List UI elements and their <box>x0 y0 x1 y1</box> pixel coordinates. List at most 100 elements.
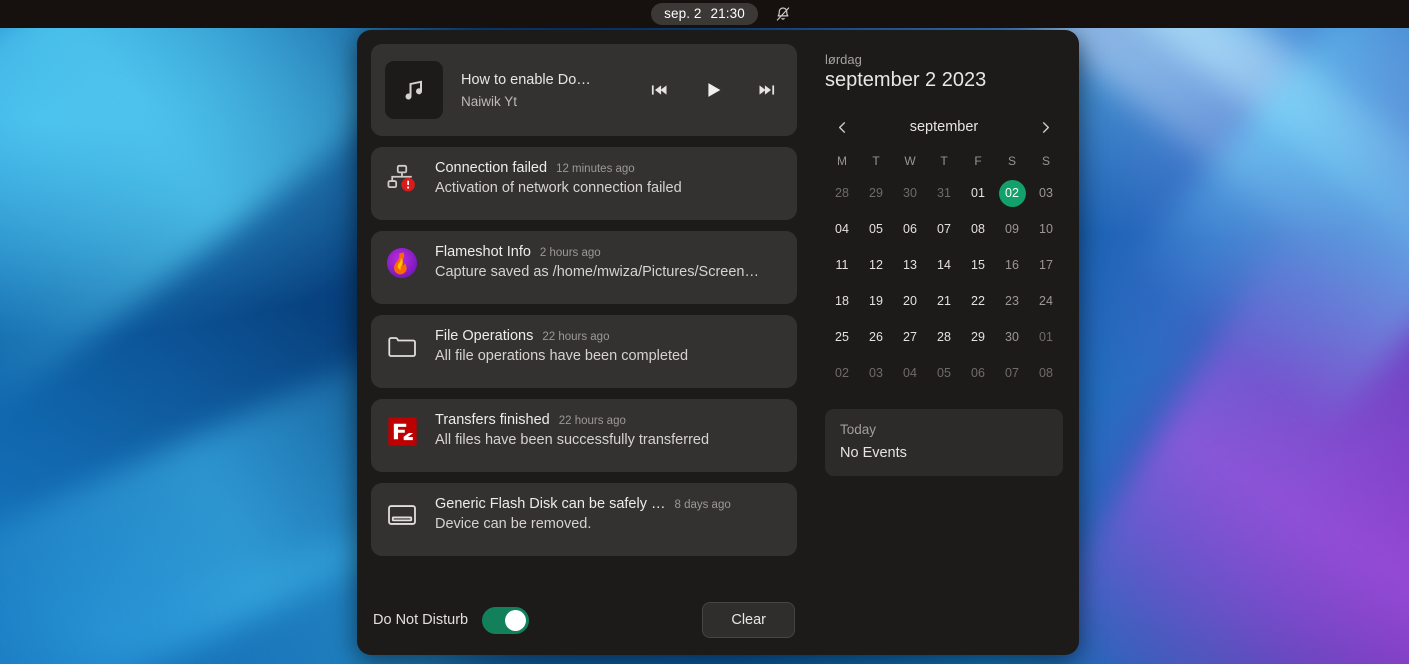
calendar-day-cell[interactable]: 29 <box>859 175 893 211</box>
next-month-button[interactable] <box>1033 114 1059 140</box>
calendar-day-cell[interactable]: 14 <box>927 247 961 283</box>
calendar-day-cell[interactable]: 04 <box>825 211 859 247</box>
notification-item[interactable]: Connection failed 12 minutes ago Activat… <box>371 147 797 220</box>
calendar-day[interactable]: 23 <box>999 288 1026 315</box>
calendar-day[interactable]: 08 <box>965 216 992 243</box>
calendar-day[interactable]: 20 <box>897 288 924 315</box>
calendar-day[interactable]: 21 <box>931 288 958 315</box>
calendar-day[interactable]: 01 <box>965 180 992 207</box>
calendar-day-today[interactable]: 02 <box>999 180 1026 207</box>
calendar-day-cell[interactable]: 16 <box>995 247 1029 283</box>
calendar-day[interactable]: 31 <box>931 180 958 207</box>
calendar-day-cell[interactable]: 08 <box>961 211 995 247</box>
calendar-day[interactable]: 28 <box>829 180 856 207</box>
calendar-day[interactable]: 29 <box>863 180 890 207</box>
calendar-day[interactable]: 26 <box>863 324 890 351</box>
calendar-day[interactable]: 27 <box>897 324 924 351</box>
calendar-day[interactable]: 09 <box>999 216 1026 243</box>
calendar-day-cell[interactable]: 10 <box>1029 211 1063 247</box>
calendar-day[interactable]: 25 <box>829 324 856 351</box>
calendar-day[interactable]: 02 <box>829 360 856 387</box>
calendar-day[interactable]: 30 <box>999 324 1026 351</box>
calendar-day-cell[interactable]: 07 <box>927 211 961 247</box>
calendar-day[interactable]: 01 <box>1033 324 1060 351</box>
calendar-day-cell[interactable]: 30 <box>893 175 927 211</box>
calendar-day-cell[interactable]: 03 <box>1029 175 1063 211</box>
calendar-day[interactable]: 11 <box>829 252 856 279</box>
clear-button[interactable]: Clear <box>702 602 795 638</box>
notification-item[interactable]: Generic Flash Disk can be safely … 8 day… <box>371 483 797 556</box>
calendar-day-cell[interactable]: 18 <box>825 283 859 319</box>
do-not-disturb-toggle[interactable] <box>482 607 529 634</box>
calendar-day-cell[interactable]: 20 <box>893 283 927 319</box>
calendar-day-cell[interactable]: 28 <box>927 319 961 355</box>
calendar-day[interactable]: 14 <box>931 252 958 279</box>
calendar-day-cell[interactable]: 02 <box>825 355 859 391</box>
calendar-day[interactable]: 16 <box>999 252 1026 279</box>
calendar-day-cell[interactable]: 01 <box>1029 319 1063 355</box>
calendar-day-cell[interactable]: 15 <box>961 247 995 283</box>
media-player-card[interactable]: How to enable Do… Naiwik Yt <box>371 44 797 136</box>
next-track-button[interactable] <box>755 78 779 102</box>
calendar-day-cell[interactable]: 25 <box>825 319 859 355</box>
calendar-day[interactable]: 13 <box>897 252 924 279</box>
calendar-day-cell[interactable]: 23 <box>995 283 1029 319</box>
calendar-day[interactable]: 24 <box>1033 288 1060 315</box>
calendar-day-cell[interactable]: 26 <box>859 319 893 355</box>
previous-track-button[interactable] <box>647 78 671 102</box>
calendar-day-cell[interactable]: 09 <box>995 211 1029 247</box>
calendar-day[interactable]: 04 <box>897 360 924 387</box>
notification-item[interactable]: File Operations 22 hours ago All file op… <box>371 315 797 388</box>
calendar-day-cell[interactable]: 19 <box>859 283 893 319</box>
calendar-day-cell[interactable]: 31 <box>927 175 961 211</box>
calendar-day[interactable]: 29 <box>965 324 992 351</box>
calendar-day-cell[interactable]: 05 <box>859 211 893 247</box>
calendar-day[interactable]: 19 <box>863 288 890 315</box>
calendar-day-cell[interactable]: 06 <box>893 211 927 247</box>
calendar-day[interactable]: 03 <box>1033 180 1060 207</box>
calendar-day-cell[interactable]: 22 <box>961 283 995 319</box>
calendar-day-cell[interactable]: 30 <box>995 319 1029 355</box>
calendar-day[interactable]: 18 <box>829 288 856 315</box>
calendar-day-cell[interactable]: 03 <box>859 355 893 391</box>
notification-item[interactable]: Flameshot Info 2 hours ago Capture saved… <box>371 231 797 304</box>
calendar-day[interactable]: 05 <box>863 216 890 243</box>
calendar-day[interactable]: 07 <box>931 216 958 243</box>
calendar-day[interactable]: 22 <box>965 288 992 315</box>
calendar-day[interactable]: 15 <box>965 252 992 279</box>
calendar-day-cell[interactable]: 12 <box>859 247 893 283</box>
calendar-day[interactable]: 05 <box>931 360 958 387</box>
calendar-day-cell[interactable]: 02 <box>995 175 1029 211</box>
calendar-day-cell[interactable]: 29 <box>961 319 995 355</box>
calendar-day[interactable]: 10 <box>1033 216 1060 243</box>
calendar-day-cell[interactable]: 21 <box>927 283 961 319</box>
calendar-day-cell[interactable]: 05 <box>927 355 961 391</box>
calendar-day[interactable]: 12 <box>863 252 890 279</box>
clock-button[interactable]: sep. 2 21:30 <box>651 3 758 25</box>
play-button[interactable] <box>701 78 725 102</box>
bell-slash-icon[interactable] <box>774 5 792 23</box>
calendar-day-cell[interactable]: 11 <box>825 247 859 283</box>
calendar-day-cell[interactable]: 08 <box>1029 355 1063 391</box>
notification-item[interactable]: Transfers finished 22 hours ago All file… <box>371 399 797 472</box>
calendar-day[interactable]: 07 <box>999 360 1026 387</box>
calendar-day[interactable]: 06 <box>965 360 992 387</box>
calendar-day-cell[interactable]: 07 <box>995 355 1029 391</box>
calendar-day[interactable]: 08 <box>1033 360 1060 387</box>
previous-month-button[interactable] <box>829 114 855 140</box>
calendar-day-cell[interactable]: 24 <box>1029 283 1063 319</box>
calendar-day-cell[interactable]: 04 <box>893 355 927 391</box>
calendar-day-cell[interactable]: 17 <box>1029 247 1063 283</box>
notification-header: File Operations 22 hours ago <box>435 328 783 344</box>
calendar-day-cell[interactable]: 28 <box>825 175 859 211</box>
calendar-day[interactable]: 04 <box>829 216 856 243</box>
calendar-day-cell[interactable]: 27 <box>893 319 927 355</box>
calendar-day-cell[interactable]: 06 <box>961 355 995 391</box>
calendar-day[interactable]: 06 <box>897 216 924 243</box>
calendar-day[interactable]: 30 <box>897 180 924 207</box>
calendar-day[interactable]: 28 <box>931 324 958 351</box>
calendar-day[interactable]: 03 <box>863 360 890 387</box>
calendar-day-cell[interactable]: 01 <box>961 175 995 211</box>
calendar-day[interactable]: 17 <box>1033 252 1060 279</box>
calendar-day-cell[interactable]: 13 <box>893 247 927 283</box>
